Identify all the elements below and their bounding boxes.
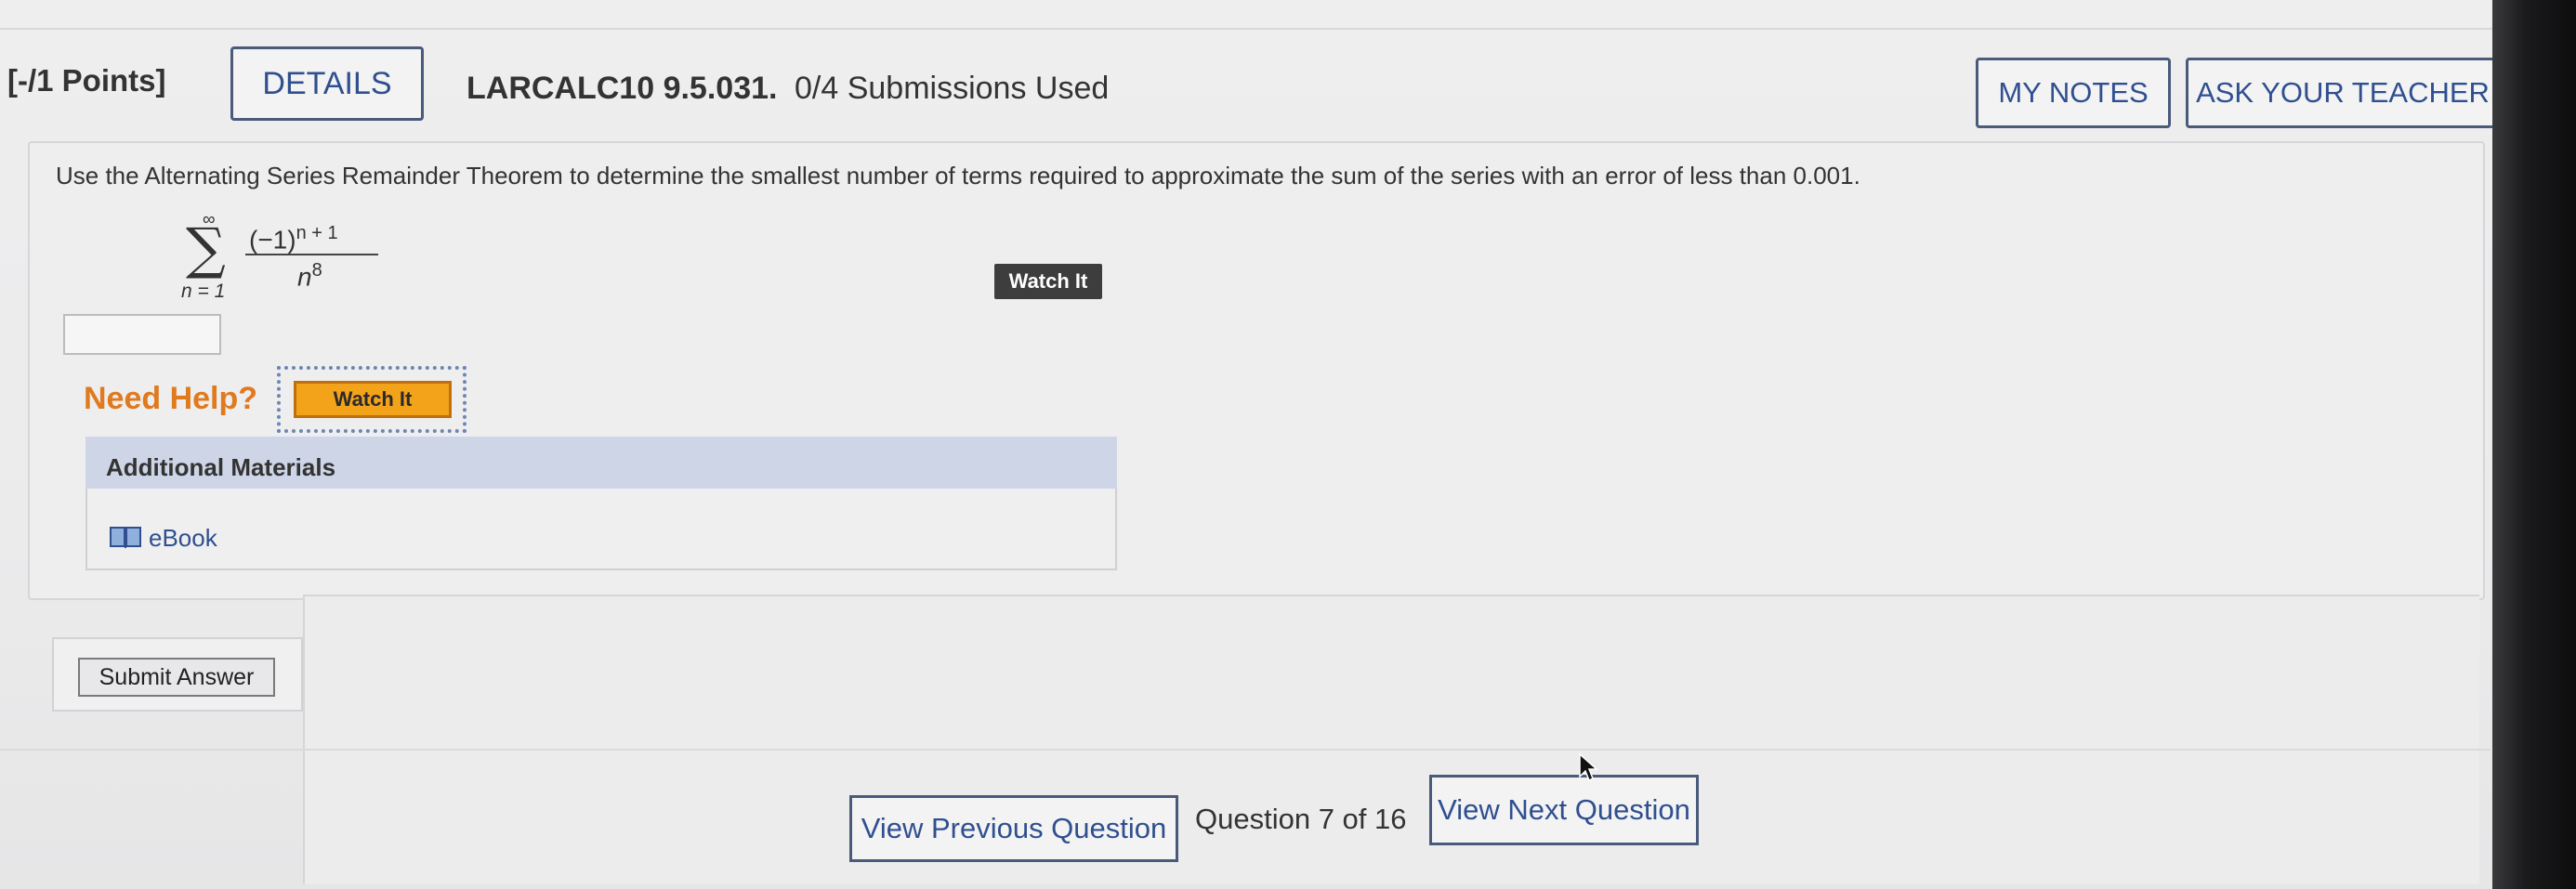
numerator-base: (−1): [249, 225, 296, 255]
denominator-base: n: [297, 262, 312, 292]
denominator-exponent: 8: [311, 260, 322, 281]
need-help-label: Need Help?: [84, 381, 258, 416]
ask-your-teacher-button[interactable]: ASK YOUR TEACHER: [2186, 58, 2500, 128]
screen-bezel: [2492, 0, 2576, 889]
fraction-bar: [245, 254, 378, 255]
points-label: [-/1 Points]: [7, 63, 166, 98]
ebook-link[interactable]: eBook: [149, 524, 217, 553]
my-notes-button[interactable]: MY NOTES: [1976, 58, 2171, 128]
sigma-symbol: ∑: [186, 216, 226, 281]
submit-answer-button[interactable]: Submit Answer: [78, 658, 275, 697]
mouse-cursor-icon: [1579, 752, 1598, 782]
header-divider: [0, 28, 2509, 30]
navigation-divider: [0, 749, 2491, 751]
question-prompt: Use the Alternating Series Remainder The…: [56, 162, 1860, 190]
watch-it-button[interactable]: Watch It: [294, 381, 452, 418]
sum-lower-limit: n = 1: [181, 281, 226, 302]
details-button[interactable]: DETAILS: [230, 46, 424, 121]
additional-materials-title: Additional Materials: [106, 453, 336, 481]
fraction-numerator: (−1)n + 1: [249, 223, 338, 255]
watch-it-tooltip-button[interactable]: Watch It: [994, 264, 1102, 299]
book-icon[interactable]: [110, 526, 141, 550]
lower-panel: [303, 595, 2479, 884]
fraction-denominator: n8: [297, 260, 322, 292]
numerator-exponent: n + 1: [296, 223, 338, 243]
submissions-used: 0/4 Submissions Used: [795, 71, 1110, 106]
question-counter: Question 7 of 16: [1195, 803, 1407, 835]
answer-input[interactable]: [63, 314, 221, 355]
question-id: LARCALC10 9.5.031.: [467, 71, 778, 106]
view-next-question-button[interactable]: View Next Question: [1429, 775, 1699, 845]
view-previous-question-button[interactable]: View Previous Question: [849, 795, 1178, 862]
